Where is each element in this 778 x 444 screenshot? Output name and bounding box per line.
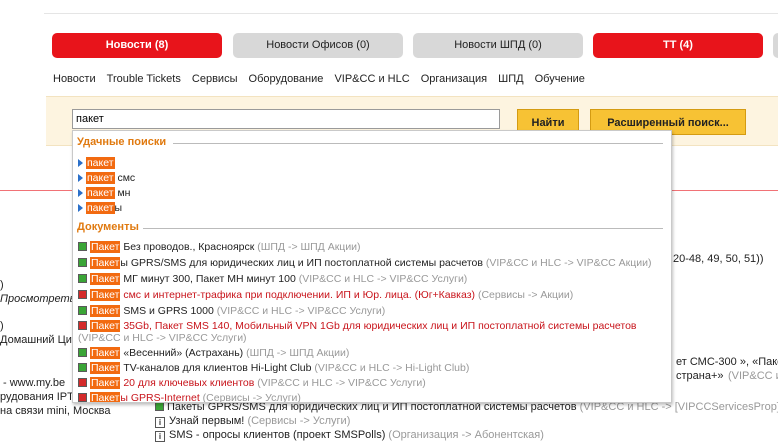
top-divider — [44, 13, 778, 14]
document-icon — [78, 306, 87, 315]
tab-more[interactable] — [773, 33, 778, 58]
bg-number-list: 20-48, 49, 50, 51)) — [673, 253, 764, 265]
document-result[interactable]: Пакет МГ минут 300, Пакет МН минут 100 (… — [78, 273, 467, 285]
document-icon — [78, 348, 87, 357]
arrow-right-icon — [78, 159, 83, 167]
nav-training[interactable]: Обучение — [535, 73, 585, 85]
info-icon: i — [155, 431, 165, 442]
arrow-right-icon — [78, 204, 83, 212]
bg-mini-text: на связи mini, Москва — [0, 405, 111, 417]
saved-searches-title: Удачные поиски — [77, 136, 167, 148]
main-nav: Новости Trouble Tickets Сервисы Оборудов… — [53, 73, 593, 85]
arrow-right-icon — [78, 174, 83, 182]
document-icon — [155, 402, 164, 411]
bg-strana-text: страна+» — [676, 370, 724, 382]
document-result[interactable]: Пакет смс и интернет-трафика при подключ… — [78, 289, 573, 301]
document-icon — [78, 274, 87, 283]
section-divider — [143, 228, 663, 229]
document-icon — [78, 290, 87, 299]
nav-equipment[interactable]: Оборудование — [249, 73, 324, 85]
bg-result-row[interactable]: i SMS - опросы клиентов (проект SMSPolls)… — [155, 429, 544, 442]
nav-news[interactable]: Новости — [53, 73, 96, 85]
nav-vipcc-hlc[interactable]: VIP&CC и HLC — [334, 73, 409, 85]
bg-sms300-text: ет СМС-300 », «Пакет — [676, 356, 778, 368]
document-result[interactable]: Пакет 20 для ключевых клиентов (VIP&CC и… — [78, 377, 426, 389]
saved-search-item[interactable]: пакет смс — [78, 172, 135, 184]
bg-iptv-text: рудования IPT — [0, 391, 74, 403]
saved-search-item[interactable]: пакет — [78, 157, 115, 169]
bg-paren: ) — [0, 279, 4, 291]
saved-search-item[interactable]: пакет мн — [78, 187, 130, 199]
tab-trouble-tickets[interactable]: TT (4) — [593, 33, 763, 58]
document-result[interactable]: Пакеты GPRS-Internet (Сервисы -> Услуги) — [78, 392, 301, 402]
search-input[interactable] — [72, 109, 500, 129]
document-result[interactable]: Пакет 35Gb, Пакет SMS 140, Мобильный VPN… — [78, 320, 637, 344]
nav-trouble-tickets[interactable]: Trouble Tickets — [107, 73, 181, 85]
tab-news[interactable]: Новости (8) — [52, 33, 222, 58]
news-tabs: Новости (8) Новости Офисов (0) Новости Ш… — [52, 33, 778, 59]
info-icon: i — [155, 417, 165, 428]
document-result[interactable]: Пакет «Весенний» (Астрахань) (ШПД -> ШПД… — [78, 347, 349, 359]
bg-result-row[interactable]: i Узнай первым! (Сервисы -> Услуги) — [155, 415, 350, 428]
nav-broadband[interactable]: ШПД — [498, 73, 523, 85]
documents-title: Документы — [77, 221, 139, 233]
document-icon — [78, 242, 87, 251]
bg-paren-2: ) — [0, 320, 4, 332]
document-icon — [78, 393, 87, 402]
document-result[interactable]: Пакет Без проводов., Красноярск (ШПД -> … — [78, 241, 361, 253]
document-result[interactable]: Пакет SMS и GPRS 1000 (VIP&CC и HLC -> V… — [78, 305, 385, 317]
tab-broadband-news[interactable]: Новости ШПД (0) — [413, 33, 583, 58]
document-icon — [78, 258, 87, 267]
bg-home-text: Домашний Ци — [0, 334, 72, 346]
section-divider — [173, 143, 663, 144]
arrow-right-icon — [78, 189, 83, 197]
document-result[interactable]: Пакет TV-каналов для клиентов Hi-Light C… — [78, 362, 469, 374]
document-result[interactable]: Пакеты GPRS/SMS для юридических лиц и ИП… — [78, 257, 652, 269]
bg-view-link[interactable]: Просмотреть — [0, 293, 75, 305]
tab-office-news[interactable]: Новости Офисов (0) — [233, 33, 403, 58]
document-icon — [78, 378, 87, 387]
bg-vipcc-text: (VIP&CC и — [728, 370, 778, 382]
search-suggestions-dropdown: Удачные поиски пакет пакет смс пакет мн … — [72, 130, 672, 403]
document-icon — [78, 321, 87, 330]
nav-services[interactable]: Сервисы — [192, 73, 238, 85]
saved-search-item[interactable]: пакеты — [78, 202, 122, 214]
bg-www-link[interactable]: - www.my.be — [3, 377, 65, 389]
document-icon — [78, 363, 87, 372]
nav-organization[interactable]: Организация — [421, 73, 487, 85]
